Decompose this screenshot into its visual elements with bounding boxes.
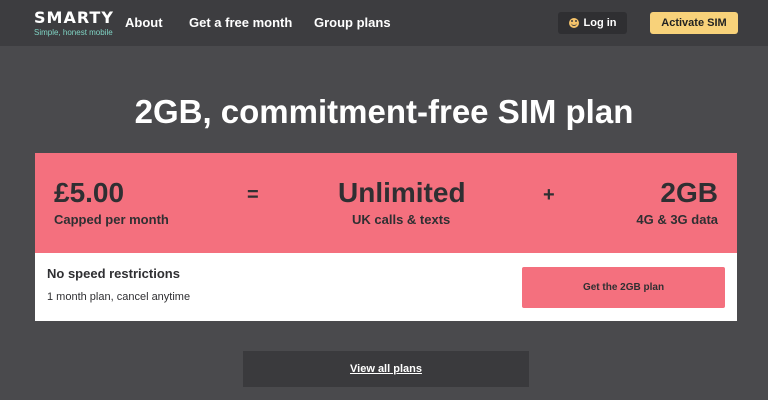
nav-link-group-plans[interactable]: Group plans xyxy=(314,15,391,31)
plan-data-label: 4G & 3G data xyxy=(636,212,718,227)
logo-name: SMARTY xyxy=(34,8,114,27)
activate-sim-button[interactable]: Activate SIM xyxy=(650,12,738,34)
plan-calls-label: UK calls & texts xyxy=(352,212,451,227)
plan-data: 2GB xyxy=(660,177,718,208)
get-plan-button[interactable]: Get the 2GB plan xyxy=(522,267,725,308)
plan-summary: £5.00 Capped per month = Unlimited UK ca… xyxy=(35,153,737,253)
plan-price: £5.00 xyxy=(54,177,125,208)
plan-details: No speed restrictions 1 month plan, canc… xyxy=(35,253,737,321)
plus-sign: + xyxy=(543,184,555,206)
top-navigation-bar: SMARTY Simple, honest mobile About Get a… xyxy=(0,0,768,46)
plan-feature-subtitle: 1 month plan, cancel anytime xyxy=(47,291,191,303)
page-title: 2GB, commitment-free SIM plan xyxy=(134,93,634,130)
nav-link-about[interactable]: About xyxy=(125,15,163,31)
nav-link-free-month[interactable]: Get a free month xyxy=(189,15,292,31)
smarty-logo[interactable]: SMARTY Simple, honest mobile xyxy=(34,9,114,38)
logo-tagline: Simple, honest mobile xyxy=(34,28,113,37)
login-button[interactable]: Log in xyxy=(558,12,627,34)
plan-card: £5.00 Capped per month = Unlimited UK ca… xyxy=(35,153,737,321)
plan-feature-title: No speed restrictions xyxy=(47,266,180,281)
view-all-plans-button[interactable]: View all plans xyxy=(243,351,529,387)
plan-calls: Unlimited xyxy=(338,177,466,208)
equals-sign: = xyxy=(247,184,259,206)
plan-price-label: Capped per month xyxy=(54,212,169,227)
login-label: Log in xyxy=(583,17,617,29)
smiley-face-icon xyxy=(568,18,579,28)
